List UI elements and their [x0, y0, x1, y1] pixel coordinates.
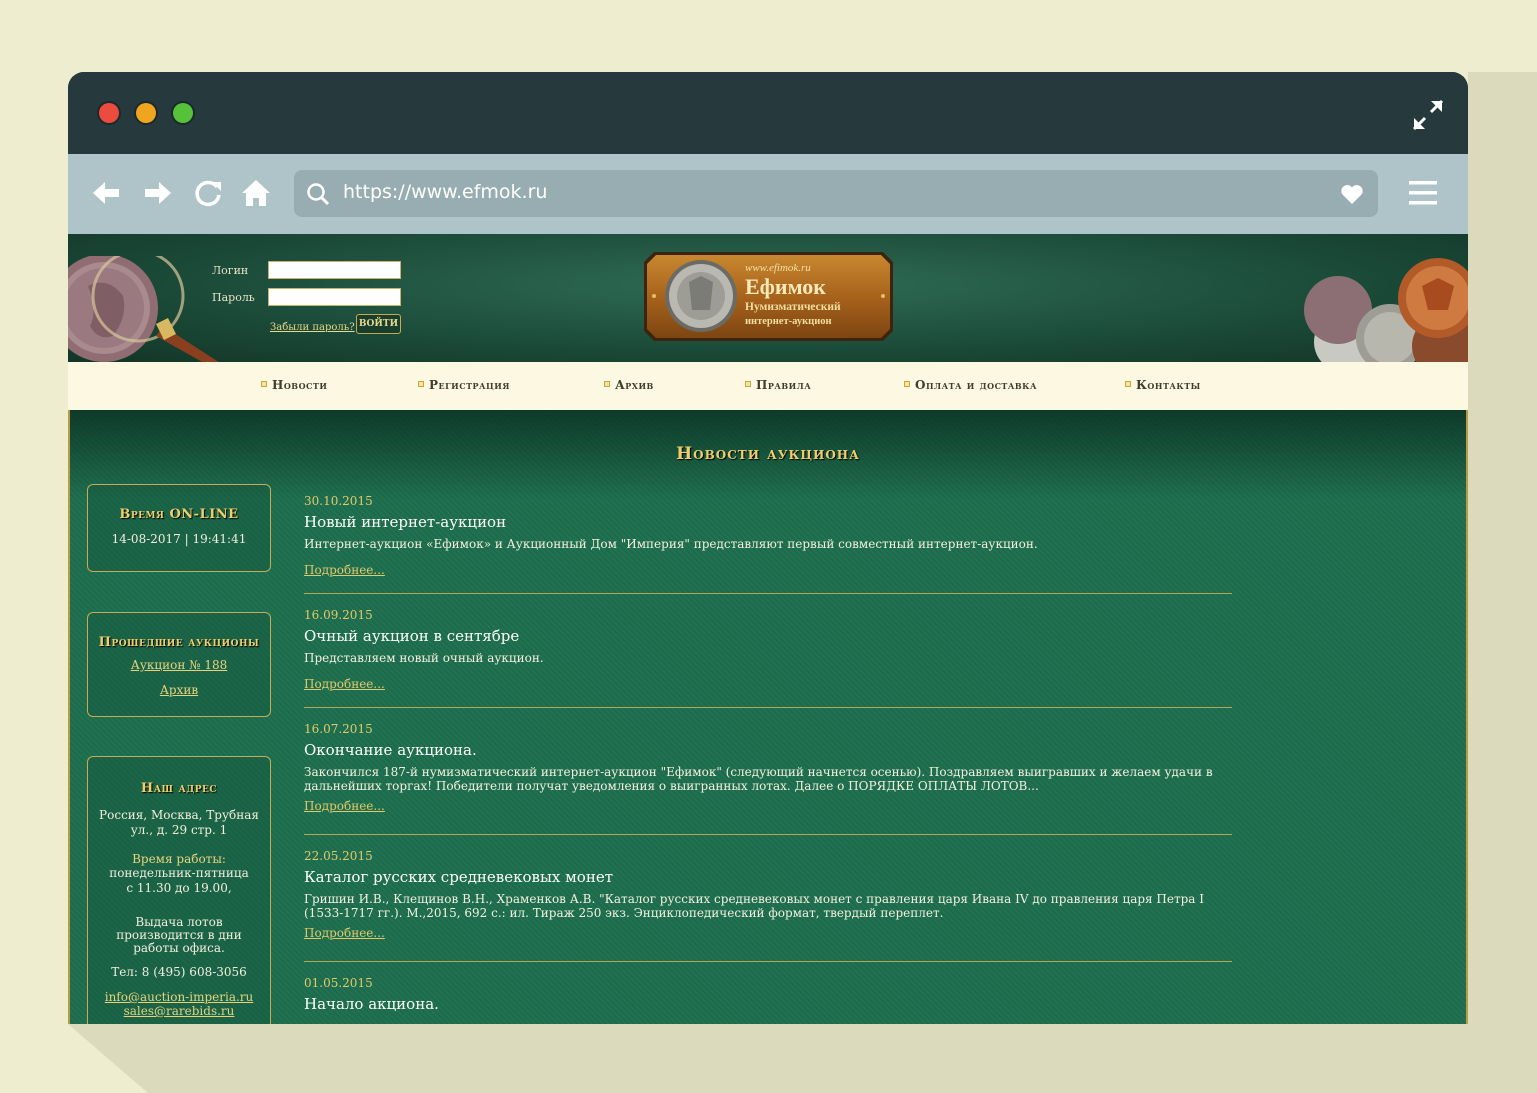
- hours-label: Время работы:: [132, 852, 226, 866]
- news-date: 01.05.2015: [304, 976, 373, 990]
- fullscreen-icon[interactable]: [1411, 98, 1445, 132]
- hours-time: с 11.30 до 19.00,: [126, 881, 232, 895]
- hours-days: понедельник-пятница: [109, 866, 249, 880]
- news-title[interactable]: Окончание аукциона.: [304, 741, 1232, 759]
- main-menu: Новости Регистрация Архив Правила Оплата…: [68, 362, 1468, 410]
- password-input[interactable]: [268, 288, 401, 306]
- pickup-text: Выдача лотов производится в дни работы о…: [116, 915, 242, 955]
- site-logo[interactable]: www.efimok.ru Ефимок Нумизматический инт…: [644, 252, 893, 341]
- news-text: Гришин И.В., Клещинов В.Н., Храменков А.…: [304, 892, 1205, 920]
- main-content: Новости аукциона Время ON-LINE 14-08-201…: [68, 410, 1468, 1024]
- past-auctions-title: Прошедшие аукционы: [98, 635, 260, 650]
- heart-icon[interactable]: [1340, 183, 1364, 205]
- online-time-value: 14-08-2017 | 19:41:41: [111, 532, 247, 546]
- bullet-icon: [1125, 380, 1131, 387]
- news-divider: [304, 961, 1232, 962]
- news-more-link[interactable]: Подробнее...: [304, 926, 385, 940]
- login-button[interactable]: ВОЙТИ: [356, 314, 401, 334]
- news-more-link[interactable]: Подробнее...: [304, 563, 385, 577]
- home-icon[interactable]: [241, 178, 271, 208]
- bullet-icon: [745, 380, 751, 387]
- address-text: Россия, Москва, Трубная ул., д. 29 стр. …: [99, 808, 259, 837]
- news-date: 22.05.2015: [304, 849, 373, 863]
- address-bar[interactable]: https://www.efmok.ru: [294, 170, 1378, 217]
- news-more-link[interactable]: Подробнее...: [304, 799, 385, 813]
- menu-item-archive[interactable]: Архив: [604, 378, 654, 392]
- news-item: 22.05.2015 Каталог русских средневековых…: [304, 849, 1232, 941]
- browser-toolbar: https://www.efmok.ru: [68, 154, 1468, 234]
- bullet-icon: [904, 380, 910, 387]
- forward-arrow-icon[interactable]: [143, 178, 173, 208]
- close-window-button[interactable]: [99, 103, 119, 123]
- login-label: Логин: [212, 264, 249, 277]
- menu-item-contacts[interactable]: Контакты: [1125, 378, 1201, 392]
- online-time-box: Время ON-LINE 14-08-2017 | 19:41:41: [87, 484, 271, 572]
- news-more-link[interactable]: Подробнее...: [304, 677, 385, 691]
- news-item: 16.09.2015 Очный аукцион в сентябре Пред…: [304, 608, 1232, 692]
- news-item: 16.07.2015 Окончание аукциона. Закончилс…: [304, 722, 1232, 814]
- search-icon: [307, 183, 330, 206]
- news-text: Закончился 187-й нумизматический интерне…: [304, 765, 1213, 793]
- news-divider: [304, 593, 1232, 594]
- news-divider: [304, 834, 1232, 835]
- bullet-icon: [604, 380, 610, 387]
- menu-item-news[interactable]: Новости: [261, 378, 327, 392]
- past-auctions-box: Прошедшие аукционы Аукцион № 188 Архив: [87, 612, 271, 717]
- address-box: Наш адрес Россия, Москва, Трубная ул., д…: [87, 756, 271, 1024]
- phone-text: Тел: 8 (495) 608-3056: [111, 965, 247, 979]
- auction-188-link[interactable]: Аукцион № 188: [88, 658, 270, 672]
- forgot-password-link[interactable]: Забыли пароль?: [270, 322, 355, 333]
- news-divider: [304, 707, 1232, 708]
- menu-item-payment[interactable]: Оплата и доставка: [904, 378, 1037, 392]
- email-sales-link[interactable]: sales@rarebids.ru: [92, 1004, 266, 1018]
- news-title[interactable]: Начало акциона.: [304, 995, 1232, 1013]
- news-title[interactable]: Новый интернет-аукцион: [304, 513, 1232, 531]
- back-arrow-icon[interactable]: [91, 178, 121, 208]
- bullet-icon: [418, 380, 424, 387]
- bullet-icon: [261, 380, 267, 387]
- news-date: 16.07.2015: [304, 722, 373, 736]
- page-title: Новости аукциона: [676, 444, 860, 464]
- logo-title: Ефимок: [745, 274, 826, 299]
- title-bar: [68, 72, 1468, 154]
- coins-image: [1304, 258, 1468, 362]
- news-item: 30.10.2015 Новый интернет-аукцион Интерн…: [304, 494, 1232, 578]
- news-date: 30.10.2015: [304, 494, 373, 508]
- news-text: Интернет-аукцион «Ефимок» и Аукционный Д…: [304, 537, 1038, 551]
- site-header: Логин Пароль Забыли пароль? ВОЙТИ www.ef…: [68, 234, 1468, 366]
- maximize-window-button[interactable]: [173, 103, 193, 123]
- hamburger-menu-icon[interactable]: [1409, 179, 1437, 207]
- news-title[interactable]: Очный аукцион в сентябре: [304, 627, 1232, 645]
- url-text[interactable]: https://www.efmok.ru: [343, 181, 547, 203]
- magnifier-coin-image: [68, 256, 225, 366]
- news-text: Представляем новый очный аукцион.: [304, 651, 544, 665]
- menu-item-registration[interactable]: Регистрация: [418, 378, 510, 392]
- password-label: Пароль: [212, 291, 255, 304]
- menu-item-rules[interactable]: Правила: [745, 378, 811, 392]
- email-info-link[interactable]: info@auction-imperia.ru: [92, 990, 266, 1004]
- login-input[interactable]: [268, 261, 401, 279]
- logo-site-text: www.efimok.ru: [745, 262, 811, 274]
- archive-link[interactable]: Архив: [88, 683, 270, 697]
- logo-line2: интернет-аукцион: [745, 316, 832, 327]
- online-time-title: Время ON-LINE: [119, 507, 239, 522]
- news-date: 16.09.2015: [304, 608, 373, 622]
- news-title[interactable]: Каталог русских средневековых монет: [304, 868, 1232, 886]
- logo-line1: Нумизматический: [745, 301, 841, 313]
- minimize-window-button[interactable]: [136, 103, 156, 123]
- address-title: Наш адрес: [140, 781, 218, 796]
- browser-window: https://www.efmok.ru Логин Пароль Забыли…: [68, 72, 1468, 1024]
- reload-icon[interactable]: [193, 178, 223, 208]
- news-item: 01.05.2015 Начало акциона.: [304, 976, 1232, 1013]
